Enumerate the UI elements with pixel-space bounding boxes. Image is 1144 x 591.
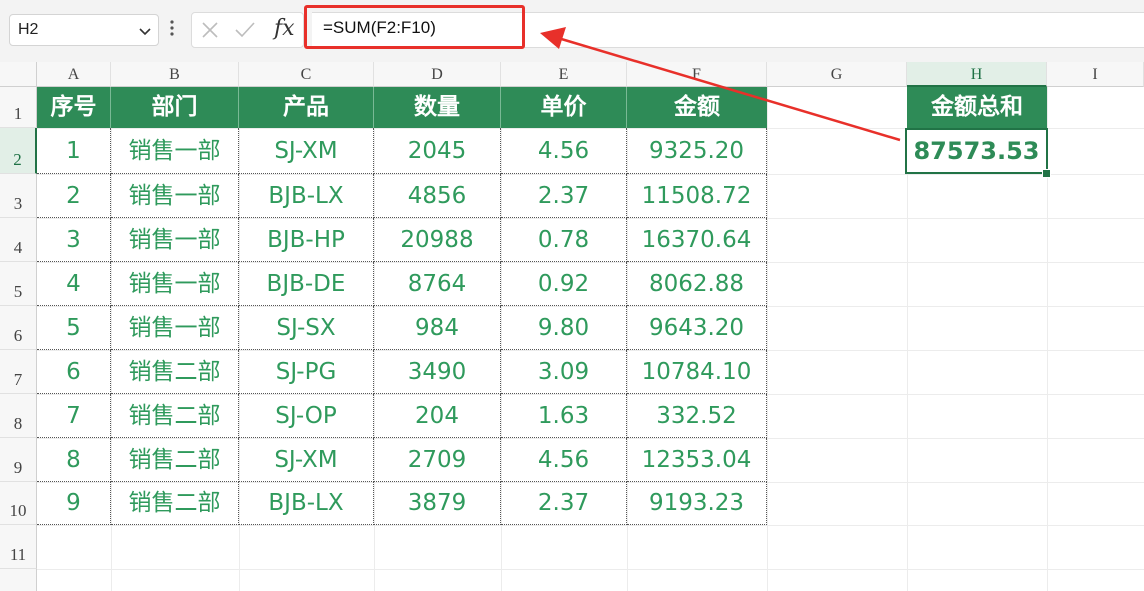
annotation-arrow — [540, 27, 901, 142]
